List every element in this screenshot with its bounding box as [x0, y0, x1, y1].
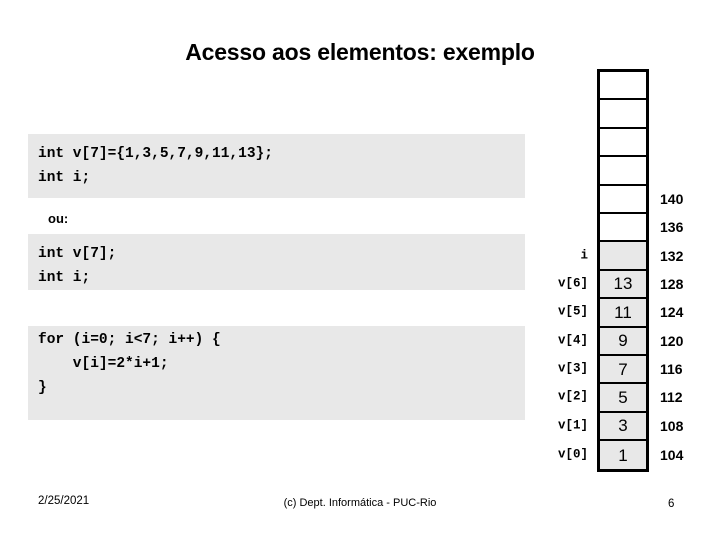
code-line: v[i]=2*i+1;: [38, 356, 169, 372]
memory-cell-label: i: [580, 248, 588, 263]
memory-cell-address: 112: [660, 389, 683, 406]
memory-cell: v[5] 11 124: [558, 299, 683, 328]
memory-cell-address: 116: [660, 361, 683, 378]
memory-cell-label: v[1]: [557, 418, 588, 433]
slide-number: 6: [668, 498, 675, 510]
memory-cell-address: 124: [660, 304, 684, 321]
code-line: }: [38, 380, 47, 396]
memory-cell-value: 11: [614, 302, 632, 322]
memory-cell-address: 136: [660, 219, 684, 236]
memory-cell-address: 108: [660, 417, 684, 434]
memory-cell: [600, 157, 646, 186]
memory-cell-label: v[6]: [557, 276, 588, 291]
memory-cell-label: v[0]: [557, 447, 588, 462]
code-block-declaration-initialized: int v[7]={1,3,5,7,9,11,13}; int i;: [28, 134, 525, 198]
memory-cell-value: 5: [618, 387, 628, 407]
memory-cell-label: v[3]: [557, 361, 588, 376]
memory-cell: [600, 100, 646, 129]
memory-cell: v[2] 5 112: [558, 384, 683, 413]
code-block-declaration-plain: int v[7]; int i;: [28, 234, 525, 290]
memory-cell: v[3] 7 116: [558, 355, 683, 385]
memory-cell-value: 3: [618, 416, 628, 436]
memory-cell-address: 120: [660, 332, 684, 349]
memory-cell: [600, 128, 646, 158]
code-line: int v[7]={1,3,5,7,9,11,13};: [38, 146, 273, 162]
memory-cell-value: 7: [618, 359, 628, 379]
code-line: int i;: [38, 170, 91, 186]
memory-cell-value: 9: [618, 331, 628, 351]
code-line: for (i=0; i<7; i++) {: [38, 332, 221, 348]
memory-cell: v[0] 1 104: [558, 441, 683, 470]
memory-diagram: 140 136 i 132 v[6] 13 128 v[5] 11 124 v[4] 9 120 v[3]…: [558, 69, 683, 473]
memory-cell-value: 13: [613, 274, 633, 294]
memory-cell-address: 104: [660, 447, 684, 464]
memory-cell-address: 132: [660, 247, 684, 264]
memory-cell: v[1] 3 108: [558, 412, 683, 442]
memory-cell-address: 128: [660, 275, 684, 292]
memory-cell-label: v[4]: [557, 333, 588, 348]
code-block-for-loop: for (i=0; i<7; i++) { v[i]=2*i+1;}: [28, 326, 525, 420]
code-line: int v[7];: [38, 246, 117, 262]
memory-cell: v[4] 9 120: [558, 327, 683, 356]
memory-cell-label: v[2]: [557, 389, 588, 404]
memory-cell: 136: [600, 213, 683, 243]
memory-cell: 140: [600, 185, 683, 214]
code-line: int i;: [38, 270, 91, 286]
memory-cell: v[6] 13 128: [558, 270, 683, 300]
memory-cell-label: v[5]: [557, 304, 588, 319]
memory-cell: [600, 72, 646, 101]
memory-cell-value: 1: [618, 445, 628, 465]
memory-cell-address: 140: [660, 190, 684, 207]
alternative-label: ou:: [48, 211, 69, 226]
memory-cell: i 132: [580, 242, 683, 271]
footer-credit: (c) Dept. Informática - PUC-Rio: [283, 497, 437, 509]
page-title: Acesso aos elementos: exemplo: [185, 39, 535, 65]
